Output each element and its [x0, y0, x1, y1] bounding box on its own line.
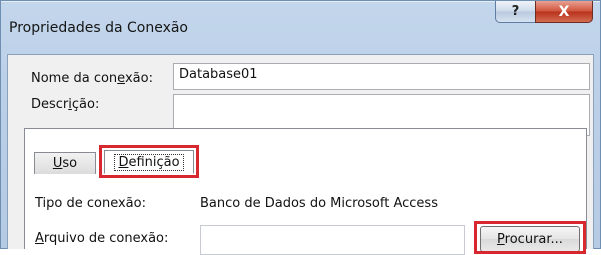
browse-button-label: Procurar...: [497, 231, 563, 247]
connection-name-label: Nome da conexão:: [31, 71, 153, 86]
help-icon: ?: [511, 4, 520, 19]
tab-definicao-label: Definição: [114, 153, 184, 171]
help-button[interactable]: ?: [495, 1, 536, 23]
tab-uso[interactable]: Uso: [34, 152, 96, 174]
description-label: Descrição:: [31, 97, 100, 112]
connection-file-input[interactable]: [200, 225, 465, 255]
connection-type-value: Banco de Dados do Microsoft Access: [200, 196, 438, 211]
connection-name-value: Database01: [179, 67, 258, 82]
close-button[interactable]: X: [535, 1, 593, 23]
window-title: Propriedades da Conexão: [9, 20, 188, 36]
browse-button[interactable]: Procurar...: [480, 226, 580, 252]
connection-type-label: Tipo de conexão:: [35, 196, 146, 211]
tab-definicao[interactable]: Definição: [104, 150, 194, 174]
connection-name-input[interactable]: Database01: [173, 63, 590, 90]
close-icon: X: [558, 3, 570, 20]
tab-uso-label: Uso: [52, 156, 78, 171]
connection-file-label: Arquivo de conexão:: [35, 231, 169, 246]
